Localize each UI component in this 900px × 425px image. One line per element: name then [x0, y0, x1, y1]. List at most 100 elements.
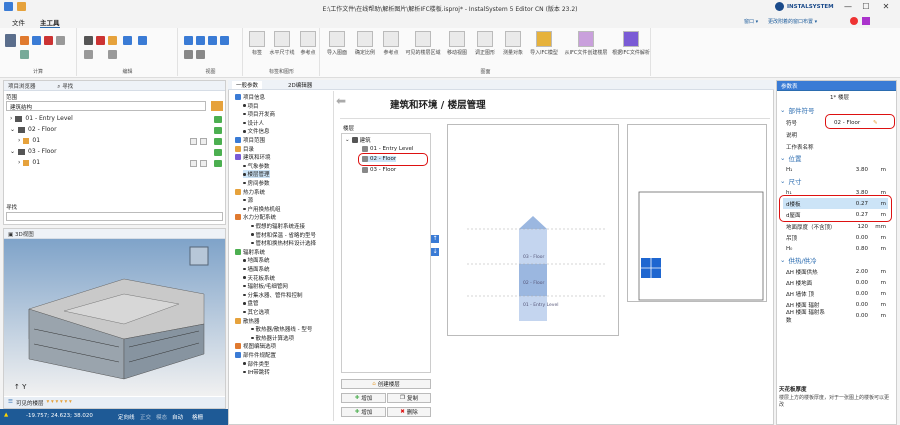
add-icon[interactable] — [214, 138, 222, 145]
tab-search[interactable]: 寻找 — [62, 84, 73, 90]
toolbar-icons[interactable]: ▾ ▾ ▾ ▾ ▾ ▾ — [46, 399, 71, 406]
add-button-2[interactable]: ✚ 增加 — [341, 407, 386, 417]
delete-icon[interactable] — [84, 36, 93, 45]
zoom-window-icon[interactable] — [220, 36, 229, 45]
prop-dh1[interactable]: ΔH 楼面供热 2.00 m — [783, 266, 888, 277]
minimize-button[interactable]: — — [840, 2, 856, 11]
settings-nav-item[interactable]: 目录 — [235, 145, 254, 153]
mode-ortho[interactable]: 定向线 — [118, 413, 135, 421]
building-3d-view[interactable]: ↑ Y — [4, 239, 225, 396]
settings-nav-item[interactable]: 设计人 — [243, 119, 264, 127]
floor-tree-building[interactable]: ⌄ 建筑 — [345, 136, 371, 144]
add-icon[interactable] — [214, 116, 222, 123]
cut-icon[interactable] — [96, 36, 105, 45]
settings-nav-item[interactable]: 墙面系统 — [243, 265, 270, 273]
mode-auto[interactable]: 自动 — [172, 413, 183, 421]
align-drawing-tool[interactable]: 调正图形 — [471, 31, 499, 56]
prop-h0[interactable]: H₀ 0.80 m — [783, 243, 888, 254]
scope-select[interactable]: 建筑结构 — [6, 101, 206, 111]
layout-menu[interactable]: 更改附着的窗口布置 ▾ — [768, 18, 817, 25]
settings-nav-item[interactable]: 气象参数 — [243, 162, 270, 170]
settings-nav-item[interactable]: 其它选项 — [243, 308, 270, 316]
refresh-icon[interactable] — [196, 50, 205, 59]
settings-nav-item[interactable]: 文件信息 — [243, 127, 270, 135]
prop-dh5[interactable]: ΔH 楼面 辐射系数 0.00 m — [783, 310, 888, 324]
scale-tool[interactable]: 确定比例 — [351, 31, 379, 56]
settings-nav-item[interactable]: IH带跳转 — [243, 368, 270, 376]
zoom-fit-icon[interactable] — [208, 36, 217, 45]
measure-tool[interactable]: 测量对象 — [499, 31, 527, 56]
settings-nav-item[interactable]: 天花板系统 — [243, 274, 275, 282]
mode-orthogonal[interactable]: 正交 — [140, 413, 151, 421]
add-button[interactable]: ✚ 增加 — [341, 393, 386, 403]
zoom-out-icon[interactable] — [196, 36, 205, 45]
settings-nav-item[interactable]: 散热器/散热器线 - 型号 — [251, 325, 312, 333]
section-size[interactable]: ⌄ 尺寸 — [780, 176, 801, 186]
settings-nav-item[interactable]: 假想的辐射系统连接 — [251, 222, 305, 230]
floor-tree-floor3[interactable]: 03 - Floor — [362, 167, 396, 173]
section-symbol[interactable]: ⌄ 部件符号 — [780, 105, 814, 115]
settings-nav-item[interactable]: 房间参数 — [243, 179, 270, 187]
label-tool[interactable]: 标签 — [246, 31, 268, 56]
view-icon[interactable] — [190, 138, 197, 145]
settings-nav-item[interactable]: 部件类型 — [243, 360, 270, 368]
move-view-tool[interactable]: 移动视图 — [443, 31, 471, 56]
settings-nav-item[interactable]: 户用换热机组 — [243, 205, 281, 213]
settings-nav-item[interactable]: 管材和换热材料设计选择 — [251, 239, 316, 247]
prop-ceiling[interactable]: 吊顶 0.00 m — [783, 232, 888, 243]
tree-row-floor3[interactable]: ⌄ 03 - Floor — [10, 148, 57, 155]
settings-nav-item[interactable]: 辐射系统 — [235, 248, 265, 256]
menu-file[interactable]: 文件 — [12, 17, 25, 27]
delete-button[interactable]: ✖ 删除 — [387, 407, 431, 417]
select-icon[interactable] — [84, 50, 93, 59]
move-down-icon[interactable]: ↓ — [431, 248, 439, 256]
settings-nav-item[interactable]: 辐射板/毛细管网 — [243, 282, 288, 290]
tree-row-room[interactable]: › 01 — [18, 159, 40, 166]
prop-floor-thickness[interactable]: 地面厚度（不含顶） 120 mm — [783, 221, 888, 232]
layers-icon[interactable]: ☰ — [8, 399, 13, 406]
prop-dh2[interactable]: ΔH 楼地面 0.00 m — [783, 277, 888, 288]
settings-nav-item[interactable]: 分集水器、管件和控制 — [243, 291, 303, 299]
refpoint2-tool[interactable]: 参考点 — [379, 31, 403, 56]
tab-general-params[interactable]: 一般参数 — [232, 81, 263, 89]
add-icon[interactable] — [214, 160, 222, 167]
back-arrow-icon[interactable]: ⬅ — [336, 94, 366, 112]
tab-2d-editor[interactable]: 2D编辑器 — [288, 81, 312, 89]
dimension-tool[interactable]: 水平尺寸线 — [268, 31, 296, 56]
settings-nav-item[interactable]: 建筑和环境 — [235, 153, 271, 161]
tree-row-entry[interactable]: › 01 - Entry Level — [10, 115, 73, 122]
help-icon[interactable] — [850, 17, 858, 25]
pipe-icon[interactable] — [20, 50, 29, 59]
tree-row-room[interactable]: › 01 — [18, 137, 40, 144]
settings-nav-item[interactable]: 项目范围 — [235, 136, 265, 144]
create-floor-from-ifc-tool[interactable]: 从IFC文件创建楼层 — [561, 31, 611, 56]
prop-dh3[interactable]: ΔH 墙体 顶 0.00 m — [783, 288, 888, 299]
settings-nav-item[interactable]: 楼层管理 — [243, 170, 270, 179]
import-ifc-tool[interactable]: 导入IFC模型 — [527, 31, 561, 56]
settings-nav-item[interactable]: 项目开发商 — [243, 110, 275, 118]
prop-worksheet[interactable]: 工作表名称 — [783, 141, 888, 152]
calc-icon[interactable] — [5, 34, 16, 47]
section-heating[interactable]: ⌄ 供热/供冷 — [780, 255, 817, 265]
settings-nav-item[interactable]: 地面系统 — [243, 256, 270, 264]
paste-icon[interactable] — [108, 36, 117, 45]
tab-project-browser[interactable]: 项目浏览器 — [8, 84, 36, 90]
redo-icon[interactable] — [138, 36, 147, 45]
settings-nav-item[interactable]: 热力系统 — [235, 188, 265, 196]
view-icon[interactable] — [200, 138, 207, 145]
settings-icon[interactable] — [862, 17, 870, 25]
create-floor-button[interactable]: ⌂ 创建楼层 — [341, 379, 431, 389]
import-drawing-tool[interactable]: 导入图面 — [323, 31, 351, 56]
add-icon[interactable] — [214, 127, 222, 134]
tree-row-floor2[interactable]: ⌄ 02 - Floor — [10, 126, 57, 133]
search-input[interactable] — [6, 212, 223, 221]
report-icon[interactable] — [20, 36, 29, 45]
prop-description[interactable]: 说明 — [783, 129, 888, 140]
copy-button[interactable]: ❐ 复制 — [387, 393, 431, 403]
settings-nav-item[interactable]: 水力分配系统 — [235, 213, 276, 221]
close-button[interactable]: ✕ — [878, 2, 894, 11]
zoom-in-icon[interactable] — [184, 36, 193, 45]
visible-area-tool[interactable]: 可见的楼层区域 — [403, 31, 443, 56]
settings-nav-item[interactable]: 项目 — [243, 102, 259, 110]
edit-scope-icon[interactable] — [211, 101, 223, 111]
